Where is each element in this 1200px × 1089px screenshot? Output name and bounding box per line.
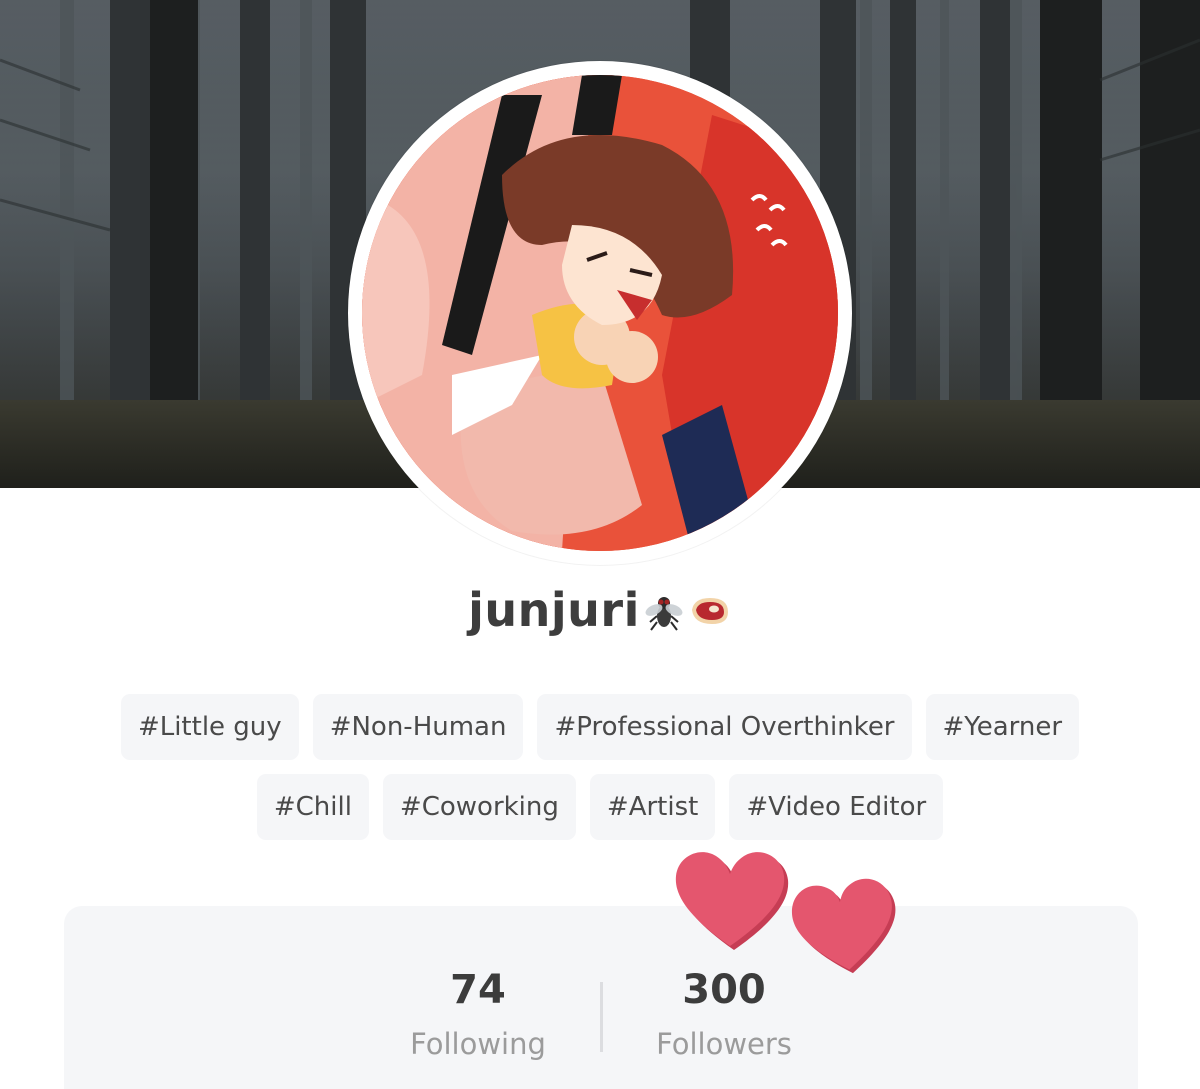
- avatar-image: [362, 75, 838, 551]
- username: junjuri: [468, 583, 640, 637]
- meat-icon: [688, 590, 732, 634]
- fly-icon: [642, 590, 686, 634]
- followers-label: Followers: [656, 1027, 792, 1061]
- following-stat[interactable]: 74 Following: [358, 964, 598, 1064]
- tag-chip[interactable]: #Chill: [256, 774, 369, 840]
- tag-chip[interactable]: #Video Editor: [729, 774, 944, 840]
- tag-chip[interactable]: #Professional Overthinker: [537, 694, 912, 760]
- tag-chip[interactable]: #Little guy: [120, 694, 299, 760]
- profile-page: junjuri #Little guy #Non-Human #Professi…: [0, 0, 1200, 1089]
- tag-row-1: #Little guy #Non-Human #Professional Ove…: [60, 694, 1140, 760]
- tag-row-2: #Chill #Coworking #Artist #Video Editor: [60, 774, 1140, 840]
- profile-name-row: junjuri: [0, 570, 1200, 650]
- avatar-illustration: [362, 75, 838, 551]
- heart-icon: [791, 878, 896, 974]
- tag-chip[interactable]: #Coworking: [382, 774, 576, 840]
- heart-icon: [675, 852, 789, 950]
- profile-avatar[interactable]: [348, 61, 852, 565]
- stats-divider: [600, 982, 603, 1052]
- following-count: 74: [450, 967, 506, 1013]
- tag-chip[interactable]: #Artist: [589, 774, 716, 840]
- following-label: Following: [410, 1027, 546, 1061]
- tag-chip[interactable]: #Non-Human: [312, 694, 524, 760]
- tag-chip[interactable]: #Yearner: [925, 694, 1080, 760]
- hearts-decoration: [670, 846, 910, 986]
- stats-card: 74 Following 300 Followers: [64, 906, 1138, 1089]
